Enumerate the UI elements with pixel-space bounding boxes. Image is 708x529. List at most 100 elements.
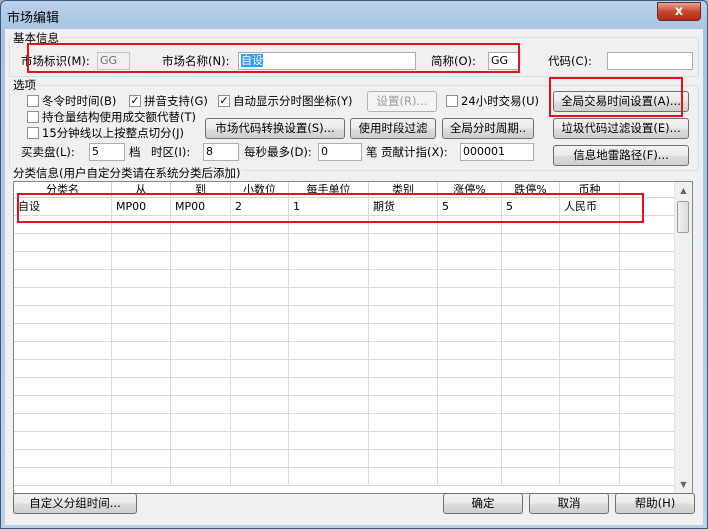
junk-filter-button[interactable]: 垃圾代码过滤设置(E)...	[553, 118, 689, 139]
empty-table-cell	[14, 288, 112, 306]
timezone-field[interactable]: 8	[203, 143, 239, 161]
table-cell: 5	[438, 198, 502, 216]
empty-table-cell	[560, 288, 620, 306]
column-header[interactable]: 小数位	[231, 182, 289, 198]
column-header[interactable]: 每手单位	[289, 182, 369, 198]
empty-table-cell	[289, 396, 369, 414]
empty-table-cell	[620, 252, 676, 270]
empty-table-cell	[620, 270, 676, 288]
empty-table-cell	[560, 216, 620, 234]
empty-table-cell	[502, 468, 560, 486]
empty-table-cell	[14, 468, 112, 486]
empty-table-cell	[560, 468, 620, 486]
empty-table-cell	[112, 450, 171, 468]
empty-table-cell	[438, 432, 502, 450]
column-header[interactable]: 类别	[369, 182, 438, 198]
cancel-button[interactable]: 取消	[529, 493, 609, 514]
category-table[interactable]: 分类名 从 到 小数位 每手单位 类别 涨停% 跌停% 币种 自设 MP00 M…	[13, 181, 693, 494]
min15-checkbox[interactable]	[27, 127, 39, 139]
table-cell-filler	[620, 198, 676, 216]
empty-table-cell	[502, 270, 560, 288]
empty-table-cell	[620, 396, 676, 414]
custom-group-time-button[interactable]: 自定义分组时间...	[13, 493, 137, 514]
empty-table-cell	[438, 468, 502, 486]
info-mine-path-button[interactable]: 信息地雷路径(F)...	[553, 145, 689, 166]
scroll-thumb[interactable]	[677, 201, 689, 233]
short-name-field[interactable]: GG	[488, 52, 519, 70]
empty-table-row	[14, 414, 676, 432]
code-field[interactable]	[607, 52, 693, 70]
empty-table-cell	[14, 414, 112, 432]
empty-table-cell	[438, 342, 502, 360]
empty-table-cell	[560, 342, 620, 360]
settings-button[interactable]: 设置(R)...	[367, 91, 437, 112]
empty-table-cell	[289, 216, 369, 234]
pinyin-label: 拼音支持(G)	[144, 94, 208, 108]
empty-table-cell	[560, 432, 620, 450]
column-header[interactable]: 币种	[560, 182, 620, 198]
vertical-scrollbar[interactable]: ▲ ▼	[674, 182, 692, 493]
empty-table-cell	[289, 306, 369, 324]
scroll-down-icon[interactable]: ▼	[675, 476, 692, 493]
empty-table-cell	[171, 252, 231, 270]
close-button[interactable]: x	[657, 2, 701, 21]
table-cell: MP00	[171, 198, 231, 216]
position-label: 持仓量结构使用成交额代替(T)	[42, 110, 196, 124]
empty-table-row	[14, 216, 676, 234]
empty-table-cell	[620, 306, 676, 324]
empty-table-cell	[14, 450, 112, 468]
options-title: 选项	[11, 78, 38, 92]
contribution-field[interactable]: 000001	[460, 143, 534, 161]
table-cell: 1	[289, 198, 369, 216]
pinyin-checkbox[interactable]: ✓	[129, 95, 141, 107]
empty-table-cell	[369, 324, 438, 342]
column-header[interactable]: 跌停%	[502, 182, 560, 198]
market-id-field[interactable]: GG	[97, 52, 130, 70]
empty-table-cell	[14, 306, 112, 324]
global-trade-time-button[interactable]: 全局交易时间设置(A)...	[553, 91, 689, 112]
empty-table-cell	[369, 414, 438, 432]
empty-table-cell	[112, 378, 171, 396]
empty-table-cell	[369, 288, 438, 306]
global-period-button[interactable]: 全局分时周期..	[442, 118, 534, 139]
empty-table-cell	[369, 432, 438, 450]
table-cell: MP00	[112, 198, 171, 216]
column-header[interactable]: 从	[112, 182, 171, 198]
empty-table-row	[14, 450, 676, 468]
per-second-field[interactable]: 0	[318, 143, 362, 161]
code-convert-button[interactable]: 市场代码转换设置(S)...	[205, 118, 345, 139]
table-row[interactable]: 自设 MP00 MP00 2 1 期货 5 5 人民币	[14, 198, 676, 216]
ok-button[interactable]: 确定	[443, 493, 523, 514]
help-button[interactable]: 帮助(H)	[615, 493, 695, 514]
market-name-field[interactable]: 自设	[238, 52, 416, 70]
basic-info-title: 基本信息	[11, 31, 61, 45]
position-checkbox[interactable]	[27, 111, 39, 123]
empty-table-cell	[438, 360, 502, 378]
empty-table-cell	[231, 450, 289, 468]
empty-table-cell	[620, 234, 676, 252]
empty-table-cell	[231, 252, 289, 270]
h24-checkbox[interactable]	[446, 95, 458, 107]
short-name-label: 简称(O):	[431, 54, 476, 68]
empty-table-cell	[438, 252, 502, 270]
column-header[interactable]: 分类名	[14, 182, 112, 198]
empty-table-cell	[620, 216, 676, 234]
empty-table-row	[14, 270, 676, 288]
table-cell: 期货	[369, 198, 438, 216]
empty-table-cell	[289, 324, 369, 342]
use-time-filter-button[interactable]: 使用时段过滤	[350, 118, 436, 139]
column-header[interactable]: 涨停%	[438, 182, 502, 198]
empty-table-cell	[231, 216, 289, 234]
empty-table-cell	[14, 234, 112, 252]
dst-checkbox[interactable]	[27, 95, 39, 107]
empty-table-cell	[369, 252, 438, 270]
empty-table-cell	[620, 342, 676, 360]
empty-table-cell	[231, 288, 289, 306]
code-label: 代码(C):	[548, 54, 592, 68]
column-header[interactable]: 到	[171, 182, 231, 198]
auto-axis-checkbox[interactable]: ✓	[218, 95, 230, 107]
empty-table-cell	[369, 360, 438, 378]
empty-table-cell	[231, 270, 289, 288]
scroll-up-icon[interactable]: ▲	[675, 182, 692, 199]
depth-field[interactable]: 5	[89, 143, 125, 161]
